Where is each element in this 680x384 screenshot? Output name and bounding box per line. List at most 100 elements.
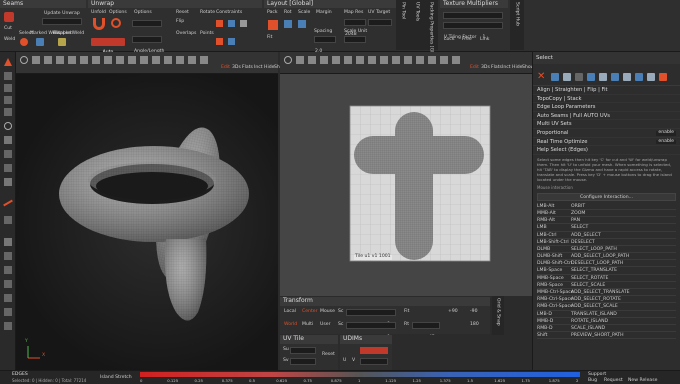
vp3d-icon-7[interactable]	[92, 56, 100, 64]
transform-mouse[interactable]: Mouse	[320, 309, 335, 315]
vpuv-icon-11[interactable]	[404, 56, 412, 64]
vp3d-hide[interactable]: Hide	[264, 65, 274, 71]
vpuv-icon-3[interactable]	[308, 56, 316, 64]
vtab-pin-tool[interactable]: Pin Tool	[400, 2, 406, 19]
auto-button[interactable]: Auto	[91, 38, 125, 55]
select-row-edgeloop[interactable]: Edge Loop Parameters	[533, 103, 680, 112]
constraint-icon-3[interactable]	[240, 20, 247, 27]
select-icon-7[interactable]	[611, 73, 619, 81]
constraint-icon-4[interactable]	[216, 38, 223, 45]
viewport-3d[interactable]: X Y	[16, 74, 278, 370]
tool-icon-17[interactable]	[4, 294, 12, 302]
tool-icon-18[interactable]	[4, 308, 12, 316]
udim-field[interactable]: 1001	[360, 358, 388, 376]
transform-minus90[interactable]: -90	[470, 309, 478, 315]
grid-snap-tab[interactable]: Grid & Snap	[492, 296, 504, 336]
select-icon-9[interactable]	[635, 73, 643, 81]
select-icon-11[interactable]	[659, 73, 667, 81]
deselect-icon[interactable]: ✕	[537, 72, 547, 82]
transform-rt-field[interactable]: 45	[412, 322, 440, 340]
v-tiling-field[interactable]: V Tiling Factor 1	[443, 22, 503, 40]
transform-180[interactable]: 180	[470, 322, 479, 328]
constraint-icon-1[interactable]	[216, 20, 223, 27]
status-request[interactable]: Request	[604, 378, 623, 384]
status-support[interactable]: Support	[588, 372, 606, 378]
select-row-autoseams[interactable]: Auto Seams | Full AUTO UVs	[533, 112, 680, 121]
vp3d-icon-8[interactable]	[104, 56, 112, 64]
vpuv-3ds[interactable]: 3Ds	[481, 65, 490, 71]
tool-icon-10[interactable]	[4, 178, 12, 186]
vp3d-inct[interactable]: Inct	[254, 65, 263, 71]
select-row-help[interactable]: Help Select (Edges)	[533, 146, 680, 155]
pack-icon[interactable]	[268, 20, 278, 30]
select-icon-5[interactable]	[587, 73, 595, 81]
vp3d-flats[interactable]: Flats	[242, 65, 253, 71]
weld-icon[interactable]	[20, 38, 28, 46]
relocate-button[interactable]: Relocate	[360, 347, 388, 364]
select-icon-4[interactable]	[575, 73, 583, 81]
vp3d-icon-14[interactable]	[176, 56, 184, 64]
tool-icon-6[interactable]	[4, 122, 12, 130]
scale-unit-field[interactable]	[344, 36, 366, 43]
vpuv-icon-14[interactable]	[440, 56, 448, 64]
transform-world[interactable]: World	[284, 322, 297, 328]
vtab-script-hub[interactable]: Script Hub	[514, 2, 520, 26]
vp3d-3ds[interactable]: 3Ds	[232, 65, 241, 71]
transform-center[interactable]: Center	[302, 309, 317, 315]
tool-icon-14[interactable]	[4, 252, 12, 260]
optimize-icon[interactable]	[111, 18, 121, 28]
constraint-icon-2[interactable]	[228, 20, 235, 27]
tool-icon-7[interactable]	[4, 136, 12, 144]
vp3d-icon-16[interactable]	[200, 56, 208, 64]
tool-icon-15[interactable]	[4, 266, 12, 274]
tool-icon-13[interactable]	[4, 238, 12, 246]
tool-icon-9[interactable]	[4, 164, 12, 172]
vp3d-icon-13[interactable]	[164, 56, 172, 64]
vpuv-icon-1[interactable]	[284, 56, 292, 64]
tool-icon-2[interactable]	[4, 72, 12, 80]
vpuv-icon-10[interactable]	[392, 56, 400, 64]
uvtile-reset[interactable]: Reset	[322, 352, 335, 358]
vp3d-icon-6[interactable]	[80, 56, 88, 64]
vp3d-icon-5[interactable]	[68, 56, 76, 64]
select-icon-6[interactable]	[599, 73, 607, 81]
vpuv-hide[interactable]: Hide	[512, 65, 522, 71]
status-bug[interactable]: Bug	[588, 378, 597, 384]
tool-icon-12[interactable]	[4, 216, 12, 224]
mapped-weld-icon[interactable]	[58, 38, 66, 46]
transform-sc-field-2[interactable]: 0	[346, 322, 396, 340]
select-row-align[interactable]: Align | Straighten | Flip | Fit	[533, 86, 680, 95]
uvtile-sv-field[interactable]: 1	[290, 358, 316, 376]
vpuv-icon-8[interactable]	[368, 56, 376, 64]
vpuv-icon-15[interactable]	[452, 56, 460, 64]
select-icon-2[interactable]	[551, 73, 559, 81]
options-field[interactable]	[132, 20, 162, 27]
realtime-enable[interactable]: enable	[656, 139, 676, 145]
spacing-field[interactable]: 2.0	[314, 36, 336, 54]
proportional-enable[interactable]: enable	[656, 130, 676, 136]
status-new-release[interactable]: New Release	[628, 378, 657, 384]
uvtile-su-field[interactable]: 1	[290, 347, 316, 365]
constraint-icon-5[interactable]	[228, 38, 235, 45]
select-tool-icon[interactable]	[4, 58, 12, 66]
vp3d-icon-1[interactable]	[20, 56, 28, 64]
vtab-uv-tools[interactable]: UV Tools	[414, 2, 420, 21]
vpuv-icon-5[interactable]	[332, 56, 340, 64]
vp3d-icon-3[interactable]	[44, 56, 52, 64]
vpuv-icon-2[interactable]	[296, 56, 304, 64]
vpuv-edit[interactable]: Edit	[470, 65, 479, 71]
select-row-multiuv[interactable]: Multi UV Sets	[533, 120, 680, 129]
vp3d-icon-15[interactable]	[188, 56, 196, 64]
tool-icon-3[interactable]	[4, 84, 12, 92]
tool-icon-8[interactable]	[4, 150, 12, 158]
vpuv-flats[interactable]: Flats	[491, 65, 502, 71]
vp3d-icon-11[interactable]	[140, 56, 148, 64]
lock-label[interactable]: Lock	[444, 37, 454, 43]
tool-icon-19[interactable]	[4, 322, 12, 330]
vp3d-icon-9[interactable]	[116, 56, 124, 64]
viewport-uv[interactable]: Tile u1 v1 1001	[280, 74, 532, 296]
unfold-icon[interactable]	[93, 18, 105, 30]
scale-icon[interactable]	[298, 20, 306, 28]
transform-user[interactable]: User	[320, 322, 330, 328]
vp3d-icon-2[interactable]	[32, 56, 40, 64]
